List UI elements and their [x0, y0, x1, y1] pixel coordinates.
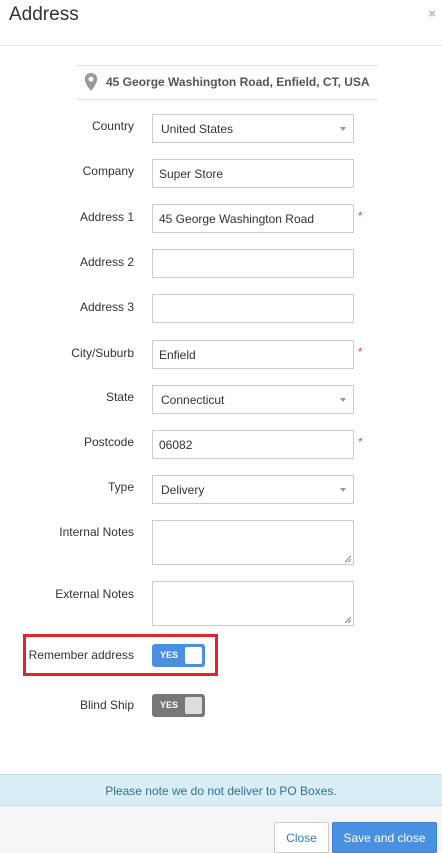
- country-select[interactable]: United States: [152, 114, 354, 143]
- type-value: Delivery: [161, 483, 205, 497]
- internal-notes-label: Internal Notes: [59, 525, 134, 539]
- dialog-footer: Close Save and close: [0, 806, 442, 853]
- address2-input[interactable]: [152, 249, 354, 278]
- state-select[interactable]: Connecticut: [152, 385, 354, 414]
- address1-input[interactable]: 45 George Washington Road: [152, 204, 354, 233]
- close-button[interactable]: Close: [274, 822, 329, 853]
- address1-label: Address 1: [79, 210, 134, 224]
- postcode-input[interactable]: 06082: [152, 430, 354, 459]
- address3-input[interactable]: [152, 294, 354, 323]
- postcode-required-marker: *: [358, 435, 363, 449]
- city-input[interactable]: Enfield: [152, 340, 354, 369]
- external-notes-textarea[interactable]: [152, 581, 354, 626]
- map-pin-icon: [84, 73, 98, 91]
- company-input[interactable]: Super Store: [152, 159, 354, 188]
- close-icon[interactable]: ×: [428, 6, 436, 21]
- resize-grip-icon[interactable]: [344, 555, 352, 563]
- remember-address-toggle[interactable]: YES: [152, 644, 205, 667]
- remember-address-toggle-state: YES: [160, 650, 179, 660]
- resize-grip-icon[interactable]: [344, 616, 352, 624]
- type-label: Type: [107, 480, 134, 494]
- address-summary: 45 George Washington Road, Enfield, CT, …: [76, 65, 378, 100]
- type-select[interactable]: Delivery: [152, 475, 354, 504]
- address2-label: Address 2: [79, 255, 134, 269]
- dialog-title: Address: [9, 4, 79, 25]
- address3-label: Address 3: [79, 300, 134, 314]
- toggle-knob: [185, 647, 202, 664]
- blind-ship-label: Blind Ship: [79, 698, 134, 712]
- internal-notes-textarea[interactable]: [152, 520, 354, 565]
- po-box-notice: Please note we do not deliver to PO Boxe…: [0, 774, 442, 806]
- company-label: Company: [82, 164, 134, 178]
- state-label: State: [105, 390, 134, 404]
- country-label: Country: [91, 119, 134, 133]
- postcode-label: Postcode: [83, 435, 134, 449]
- remember-address-label: Remember address: [28, 648, 134, 662]
- chevron-down-icon: [340, 127, 346, 131]
- blind-ship-toggle[interactable]: YES: [152, 694, 205, 717]
- dialog-header: Address ×: [0, 0, 442, 46]
- chevron-down-icon: [340, 488, 346, 492]
- state-value: Connecticut: [161, 393, 225, 407]
- save-and-close-button[interactable]: Save and close: [332, 822, 437, 853]
- country-value: United States: [161, 122, 234, 136]
- city-label: City/Suburb: [71, 346, 134, 360]
- city-required-marker: *: [358, 345, 363, 359]
- address1-required-marker: *: [358, 209, 363, 223]
- toggle-knob: [185, 697, 202, 714]
- chevron-down-icon: [340, 398, 346, 402]
- external-notes-label: External Notes: [55, 587, 134, 601]
- address-summary-text: 45 George Washington Road, Enfield, CT, …: [106, 75, 370, 89]
- blind-ship-toggle-state: YES: [160, 700, 179, 710]
